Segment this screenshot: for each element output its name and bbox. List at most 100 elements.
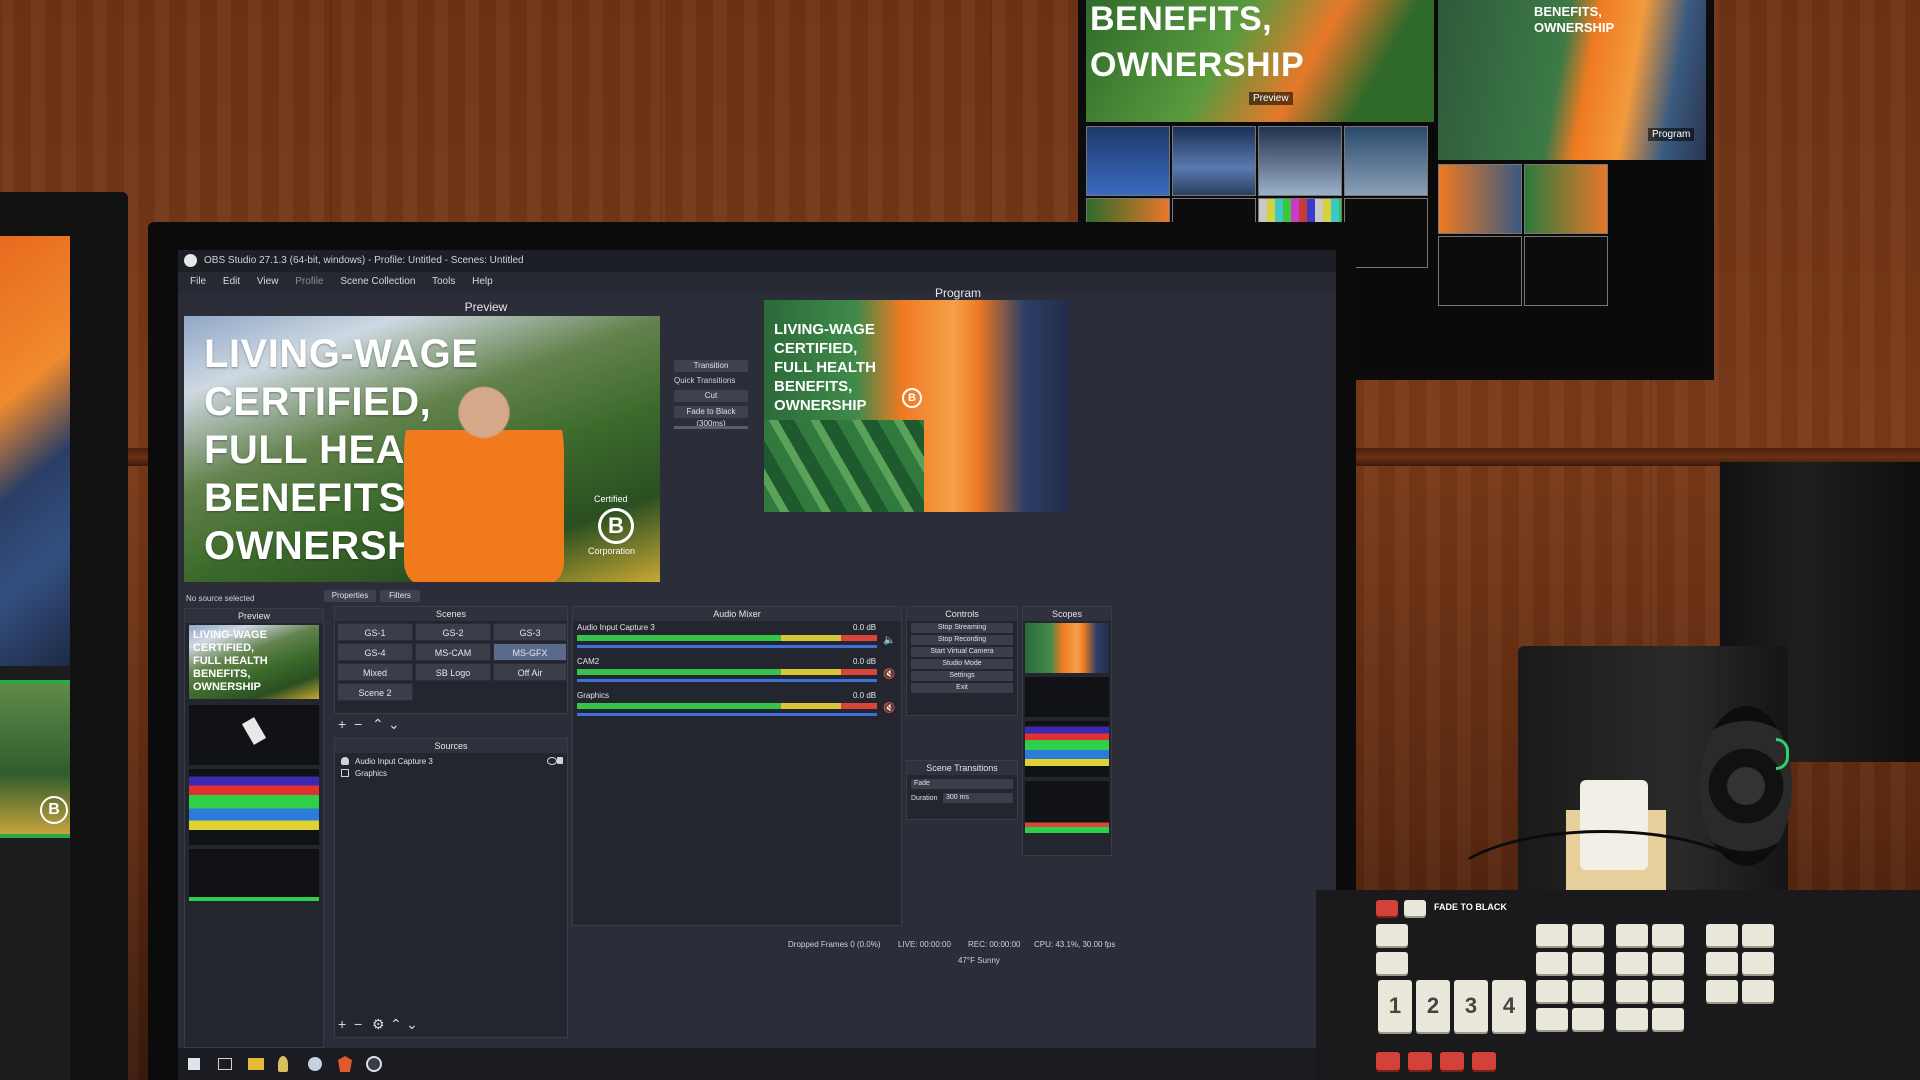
menu-scene-collection[interactable]: Scene Collection xyxy=(340,276,415,287)
console-key[interactable] xyxy=(1616,1008,1648,1030)
source-add-icon[interactable]: + xyxy=(338,1016,346,1032)
scene-gs-3[interactable]: GS-3 xyxy=(493,623,567,641)
mixer-channel-1-fader[interactable] xyxy=(577,645,877,648)
stop-recording-button[interactable]: Stop Recording xyxy=(911,635,1013,645)
console-key[interactable] xyxy=(1706,952,1738,974)
app-icon[interactable] xyxy=(308,1057,322,1071)
scene-gs-4[interactable]: GS-4 xyxy=(337,643,413,661)
scene-ms-cam[interactable]: MS-CAM xyxy=(415,643,491,661)
settings-button[interactable]: Settings xyxy=(911,671,1013,681)
menu-tools[interactable]: Tools xyxy=(432,276,455,287)
scene-add-icon[interactable]: + xyxy=(338,716,346,732)
console-key[interactable] xyxy=(1572,952,1604,974)
console-key[interactable] xyxy=(1652,952,1684,974)
source-remove-icon[interactable]: − xyxy=(354,1016,362,1032)
speaker-icon[interactable]: 🔈 xyxy=(883,635,895,646)
console-key[interactable] xyxy=(1616,980,1648,1002)
console-key-red[interactable] xyxy=(1472,1052,1496,1070)
mixer-channel-2-fader[interactable] xyxy=(577,679,877,682)
mixer-channel-3-fader[interactable] xyxy=(577,713,877,716)
vectorscope-right xyxy=(1025,677,1109,717)
stop-streaming-button[interactable]: Stop Streaming xyxy=(911,623,1013,633)
console-key[interactable] xyxy=(1706,924,1738,946)
scene-transitions-dock: Scene Transitions Fade Duration 300 ms xyxy=(906,760,1018,820)
console-key[interactable] xyxy=(1616,952,1648,974)
console-key[interactable] xyxy=(1652,980,1684,1002)
scene-down-icon[interactable]: ⌄ xyxy=(388,716,400,733)
source-up-icon[interactable]: ⌃ xyxy=(390,1016,402,1033)
cut-button[interactable]: Cut xyxy=(674,390,748,402)
console-key[interactable] xyxy=(1742,980,1774,1002)
scene-gs-2[interactable]: GS-2 xyxy=(415,623,491,641)
menu-view[interactable]: View xyxy=(257,276,279,287)
console-key[interactable] xyxy=(1536,924,1568,946)
menu-file[interactable]: File xyxy=(190,276,206,287)
program-bcorp-badge: B xyxy=(902,388,922,408)
scene-sb-logo[interactable]: SB Logo xyxy=(415,663,491,681)
obs-taskbar-icon[interactable] xyxy=(366,1056,382,1072)
console-number-key-3[interactable]: 3 xyxy=(1454,980,1488,1032)
filters-button[interactable]: Filters xyxy=(380,590,420,602)
console-number-key-1[interactable]: 1 xyxy=(1378,980,1412,1032)
source-settings-gear-icon[interactable]: ⚙ xyxy=(372,1016,385,1033)
windows-start-icon[interactable] xyxy=(188,1058,200,1070)
scene-gs-1[interactable]: GS-1 xyxy=(337,623,413,641)
console-key[interactable] xyxy=(1376,924,1408,946)
console-key-red[interactable] xyxy=(1376,900,1398,916)
console-key[interactable] xyxy=(1742,924,1774,946)
console-key-red[interactable] xyxy=(1440,1052,1464,1070)
console-key[interactable] xyxy=(1652,924,1684,946)
transition-button[interactable]: Transition xyxy=(674,360,748,372)
exit-button[interactable]: Exit xyxy=(911,683,1013,693)
task-view-icon[interactable] xyxy=(218,1058,232,1070)
status-cpu: CPU: 43.1%, 30.00 fps xyxy=(1034,940,1116,949)
properties-button[interactable]: Properties xyxy=(324,590,376,602)
console-key[interactable] xyxy=(1536,952,1568,974)
studio-mode-button[interactable]: Studio Mode xyxy=(911,659,1013,669)
console-key[interactable] xyxy=(1572,980,1604,1002)
scene-up-icon[interactable]: ⌃ xyxy=(372,716,384,733)
left-monitor-bcorp-badge: B xyxy=(40,796,68,824)
start-virtual-camera-button[interactable]: Start Virtual Camera xyxy=(911,647,1013,657)
console-key[interactable] xyxy=(1742,952,1774,974)
console-key-red[interactable] xyxy=(1408,1052,1432,1070)
console-key[interactable] xyxy=(1572,924,1604,946)
console-key[interactable] xyxy=(1706,980,1738,1002)
duration-input[interactable]: 300 ms xyxy=(943,793,1013,803)
source-item-audio[interactable]: Audio Input Capture 3 xyxy=(355,757,433,766)
muted-speaker-icon[interactable]: 🔇 xyxy=(883,703,895,714)
console-number-key-4[interactable]: 4 xyxy=(1492,980,1526,1032)
console-key[interactable] xyxy=(1536,1008,1568,1030)
scene-2[interactable]: Scene 2 xyxy=(337,683,413,701)
scene-mixed[interactable]: Mixed xyxy=(337,663,413,681)
preview-pane-title: Preview xyxy=(464,300,508,314)
transition-type-select[interactable]: Fade xyxy=(911,779,1013,789)
program-canvas: LIVING-WAGE CERTIFIED, FULL HEALTH BENEF… xyxy=(764,300,1070,512)
visibility-eye-icon[interactable] xyxy=(547,757,557,765)
transition-slider[interactable] xyxy=(674,426,748,429)
console-key[interactable] xyxy=(1652,1008,1684,1030)
console-key[interactable] xyxy=(1404,900,1426,916)
scene-remove-icon[interactable]: − xyxy=(354,716,362,732)
file-explorer-icon[interactable] xyxy=(248,1058,264,1070)
menu-edit[interactable]: Edit xyxy=(223,276,240,287)
scenes-dock: Scenes GS-1 GS-2 GS-3 GS-4 MS-CAM MS-GFX… xyxy=(334,606,568,714)
lock-icon[interactable] xyxy=(557,757,563,764)
source-item-graphics[interactable]: Graphics xyxy=(355,769,387,778)
preview-canvas[interactable]: LIVING-WAGE CERTIFIED, FULL HEALTH BENEF… xyxy=(184,316,660,582)
console-number-key-2[interactable]: 2 xyxy=(1416,980,1450,1032)
menu-help[interactable]: Help xyxy=(472,276,493,287)
source-down-icon[interactable]: ⌄ xyxy=(406,1016,418,1033)
console-key[interactable] xyxy=(1536,980,1568,1002)
console-key[interactable] xyxy=(1376,952,1408,974)
scene-off-air[interactable]: Off Air xyxy=(493,663,567,681)
scene-ms-gfx[interactable]: MS-GFX xyxy=(493,643,567,661)
key-icon[interactable] xyxy=(278,1056,288,1072)
console-key-red[interactable] xyxy=(1376,1052,1400,1070)
brave-browser-icon[interactable] xyxy=(338,1056,352,1072)
fade-to-black-button[interactable]: Fade to Black (300ms) xyxy=(674,406,748,428)
console-key[interactable] xyxy=(1572,1008,1604,1030)
menu-profile[interactable]: Profile xyxy=(295,276,323,287)
console-key[interactable] xyxy=(1616,924,1648,946)
muted-speaker-icon[interactable]: 🔇 xyxy=(883,669,895,680)
